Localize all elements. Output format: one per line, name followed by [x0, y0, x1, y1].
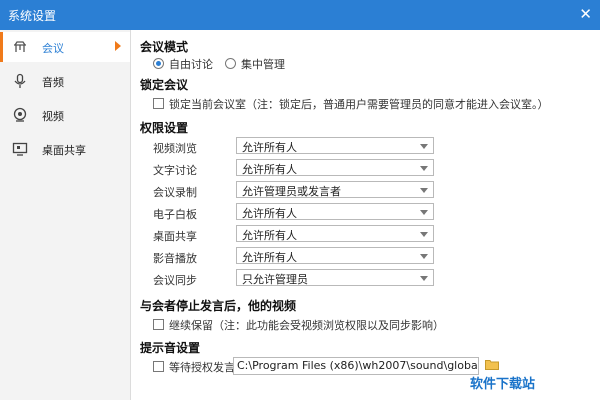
lock-meeting-heading: 锁定会议 — [140, 78, 189, 92]
close-icon[interactable]: ✕ — [579, 5, 592, 23]
select-value: 允许所有人 — [242, 251, 297, 264]
lock-meeting-checkbox[interactable] — [153, 98, 164, 109]
perm-select-video-browse[interactable]: 允许所有人 — [236, 137, 434, 154]
radio-button[interactable] — [153, 58, 164, 69]
perm-label-media-play: 影音播放 — [153, 252, 197, 265]
select-value: 允许所有人 — [242, 141, 297, 154]
chevron-down-icon — [420, 166, 428, 171]
sidebar-item-label: 会议 — [42, 42, 64, 55]
chevron-right-icon — [115, 41, 121, 51]
meeting-icon — [14, 41, 26, 52]
perm-label-meeting-sync: 会议同步 — [153, 274, 197, 287]
perm-select-whiteboard[interactable]: 允许所有人 — [236, 203, 434, 220]
select-value: 允许所有人 — [242, 229, 297, 242]
radio-label: 自由讨论 — [169, 58, 213, 71]
sidebar-item-video[interactable]: 视频 — [0, 100, 130, 130]
perm-select-text-chat[interactable]: 允许所有人 — [236, 159, 434, 176]
desktop-share-icon — [12, 142, 28, 156]
radio-button[interactable] — [225, 58, 236, 69]
perm-select-desktop-share[interactable]: 允许所有人 — [236, 225, 434, 242]
chevron-down-icon — [420, 276, 428, 281]
active-indicator — [0, 32, 3, 62]
perm-label-video-browse: 视频浏览 — [153, 142, 197, 155]
sidebar: 会议 音频 视频 桌面共享 — [0, 30, 131, 400]
chevron-down-icon — [420, 188, 428, 193]
sidebar-item-label: 音频 — [42, 76, 64, 89]
title-bar: 系统设置 ✕ — [0, 0, 600, 30]
sidebar-item-meeting[interactable]: 会议 — [0, 32, 130, 62]
chevron-down-icon — [420, 210, 428, 215]
watermark-text: 软件下载站 — [470, 377, 536, 392]
window-title: 系统设置 — [8, 9, 57, 23]
chevron-down-icon — [420, 254, 428, 259]
perm-select-recording[interactable]: 允许管理员或发言者 — [236, 181, 434, 198]
sidebar-item-label: 桌面共享 — [42, 144, 86, 157]
select-value: 只允许管理员 — [242, 273, 308, 286]
microphone-icon — [14, 73, 26, 88]
chevron-down-icon — [420, 232, 428, 237]
sidebar-item-audio[interactable]: 音频 — [0, 66, 130, 96]
after-speech-heading: 与会者停止发言后，他的视频 — [140, 299, 297, 313]
sidebar-item-desktop-share[interactable]: 桌面共享 — [0, 134, 130, 164]
sound-path-input[interactable]: C:\Program Files (x86)\wh2007\sound\glob… — [233, 357, 479, 375]
perm-select-meeting-sync[interactable]: 只允许管理员 — [236, 269, 434, 286]
keep-video-label: 继续保留（注：此功能会受视频浏览权限以及同步影响） — [169, 319, 444, 332]
wait-speak-label: 等待授权发言 — [169, 361, 235, 374]
camera-icon — [13, 107, 27, 122]
select-value: 允许管理员或发言者 — [242, 185, 341, 198]
sound-path-value: C:\Program Files (x86)\wh2007\sound\glob… — [237, 359, 479, 372]
perm-label-recording: 会议录制 — [153, 186, 197, 199]
prompt-sound-heading: 提示音设置 — [140, 341, 201, 355]
permissions-heading: 权限设置 — [140, 121, 189, 135]
select-value: 允许所有人 — [242, 163, 297, 176]
meeting-mode-heading: 会议模式 — [140, 40, 189, 54]
lock-meeting-label: 锁定当前会议室（注：锁定后，普通用户需要管理员的同意才能进入会议室。） — [169, 98, 549, 111]
radio-label: 集中管理 — [241, 58, 285, 71]
chevron-down-icon — [420, 144, 428, 149]
perm-select-media-play[interactable]: 允许所有人 — [236, 247, 434, 264]
keep-video-checkbox[interactable] — [153, 319, 164, 330]
perm-label-desktop-share: 桌面共享 — [153, 230, 197, 243]
perm-label-whiteboard: 电子白板 — [153, 208, 197, 221]
settings-panel: 会议模式 自由讨论 集中管理 锁定会议 锁定当前会议室（注：锁定后，普通用户需要… — [131, 30, 600, 400]
sidebar-item-label: 视频 — [42, 110, 64, 123]
perm-label-text-chat: 文字讨论 — [153, 164, 197, 177]
select-value: 允许所有人 — [242, 207, 297, 220]
wait-speak-checkbox[interactable] — [153, 361, 164, 372]
folder-icon[interactable] — [485, 359, 499, 370]
